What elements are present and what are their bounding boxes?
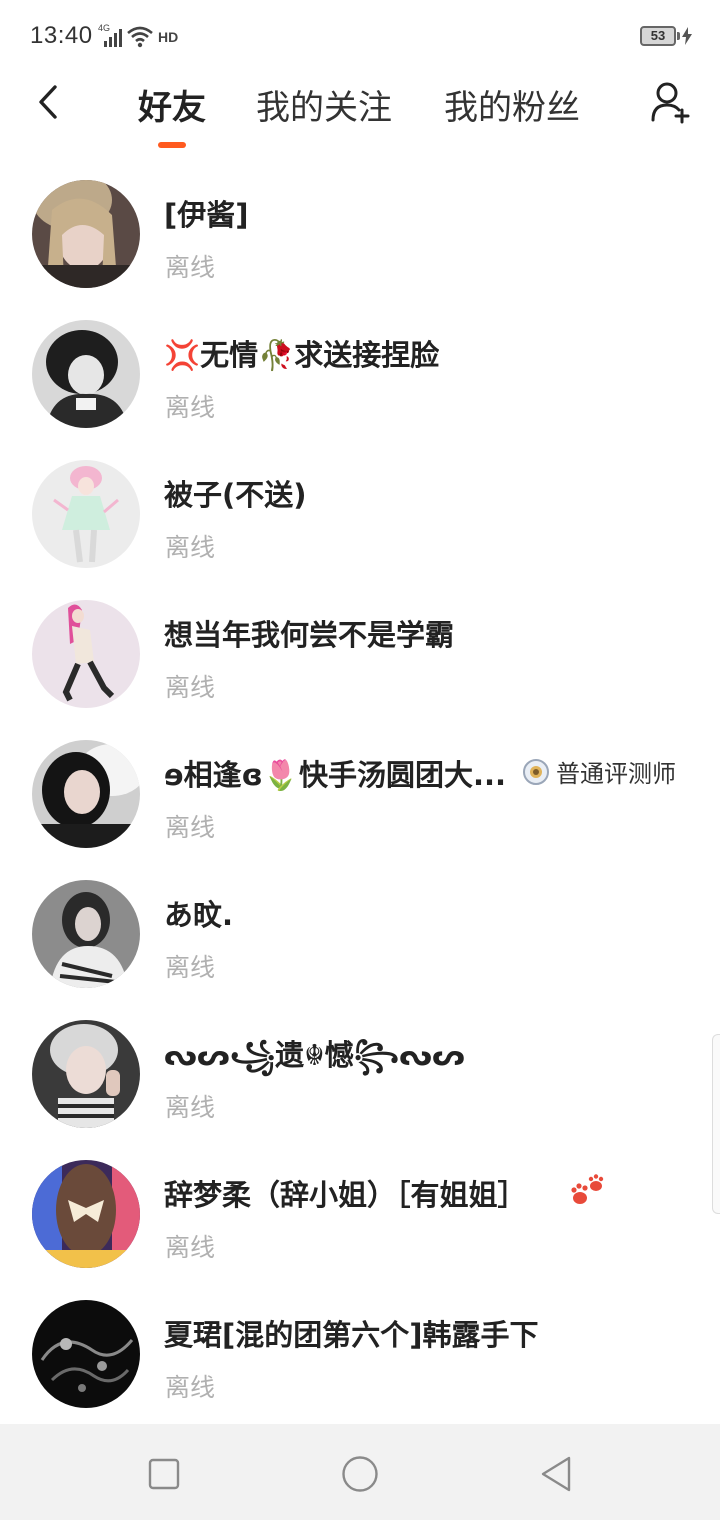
friend-name: あ旼. <box>164 898 234 932</box>
cellular-signal-icon: 4G <box>98 23 124 49</box>
friend-name: ᔓᔕ꧁遗☬憾꧂ᔓᔕ <box>164 1038 465 1072</box>
friend-row[interactable]: ᔓᔕ꧁遗☬憾꧂ᔓᔕ 离线 <box>0 1004 720 1144</box>
square-icon <box>148 1458 180 1490</box>
battery-cap <box>677 32 680 40</box>
header: 好友 我的关注 我的粉丝 <box>0 72 720 158</box>
friend-row[interactable]: 想当年我何尝不是学霸 离线 <box>0 584 720 724</box>
active-tab-indicator <box>158 142 186 148</box>
friend-row[interactable]: 💢无情🥀求送接捏脸 离线 <box>0 304 720 444</box>
status-bar: 13:40 4G HD 53 <box>0 0 720 72</box>
add-user-icon <box>651 82 690 124</box>
battery-icon: 53 <box>640 26 676 46</box>
charging-icon <box>682 27 692 45</box>
friend-name: 辞梦柔（辞小姐）［有姐姐］ <box>164 1178 527 1212</box>
avatar[interactable] <box>32 740 140 848</box>
recent-apps-button[interactable] <box>142 1452 186 1496</box>
status-icons: 4G HD <box>98 23 179 50</box>
avatar[interactable] <box>32 880 140 988</box>
friend-status: 离线 <box>165 1233 216 1262</box>
friend-row[interactable]: あ旼. 离线 <box>0 864 720 1004</box>
friend-name: [伊酱] <box>164 198 249 232</box>
wifi-icon <box>127 26 153 48</box>
system-nav-bar <box>0 1424 720 1520</box>
chevron-left-icon <box>39 85 57 119</box>
friend-row[interactable]: 被子(不送) 离线 <box>0 444 720 584</box>
friend-status: 离线 <box>165 953 216 982</box>
friend-name: 想当年我何尝不是学霸 <box>164 618 455 652</box>
triangle-back-icon <box>541 1456 571 1492</box>
reviewer-badge[interactable]: 普通评测师 <box>522 754 676 789</box>
avatar[interactable] <box>32 1300 140 1408</box>
battery-level: 53 <box>650 28 666 43</box>
friend-row[interactable]: 辞梦柔（辞小姐）［有姐姐］ 离线 <box>0 1144 720 1284</box>
reviewer-badge-icon <box>523 758 549 785</box>
friend-status: 离线 <box>165 673 216 702</box>
friend-status: 离线 <box>165 253 216 282</box>
friend-status: 离线 <box>165 1373 216 1402</box>
status-time: 13:40 <box>30 22 93 49</box>
avatar[interactable] <box>32 460 140 568</box>
avatar[interactable] <box>32 1020 140 1128</box>
badge-label: 普通评测师 <box>556 760 676 788</box>
circle-icon <box>342 1456 378 1492</box>
friend-name: 夏珺[混的团第六个]韩露手下 <box>164 1318 539 1352</box>
nav-back-button[interactable] <box>534 1452 578 1496</box>
avatar[interactable] <box>32 1160 140 1268</box>
friend-row[interactable]: 夏珺[混的团第六个]韩露手下 离线 <box>0 1284 720 1424</box>
tab-fans[interactable]: 我的粉丝 <box>444 80 580 129</box>
back-button[interactable] <box>24 78 72 126</box>
avatar[interactable] <box>32 180 140 288</box>
avatar[interactable] <box>32 320 140 428</box>
friend-name: 被子(不送) <box>164 478 307 512</box>
friend-name: ɘ相逢ɞ🌷快手汤圆团大... <box>164 758 507 792</box>
add-friend-button[interactable] <box>648 78 696 126</box>
friend-row[interactable]: ɘ相逢ɞ🌷快手汤圆团大... 离线 普通评测师 <box>0 724 720 864</box>
hd-label: HD <box>158 29 179 45</box>
avatar[interactable] <box>32 600 140 708</box>
friend-row[interactable]: [伊酱] 离线 <box>0 164 720 304</box>
friends-list: [伊酱] 离线 💢无情🥀求送接捏脸 离线 被子(不送) 离线 想当年我何尝不是学… <box>0 164 720 1424</box>
home-button[interactable] <box>338 1452 382 1496</box>
tab-friends[interactable]: 好友 <box>138 80 206 129</box>
paw-icon <box>571 1174 604 1204</box>
friend-name: 💢无情🥀求送接捏脸 <box>164 338 440 372</box>
friend-status: 离线 <box>165 813 216 842</box>
friend-status: 离线 <box>165 393 216 422</box>
friend-status: 离线 <box>165 533 216 562</box>
friend-status: 离线 <box>165 1093 216 1122</box>
scrollbar[interactable] <box>712 1034 720 1214</box>
tab-following[interactable]: 我的关注 <box>256 80 392 129</box>
